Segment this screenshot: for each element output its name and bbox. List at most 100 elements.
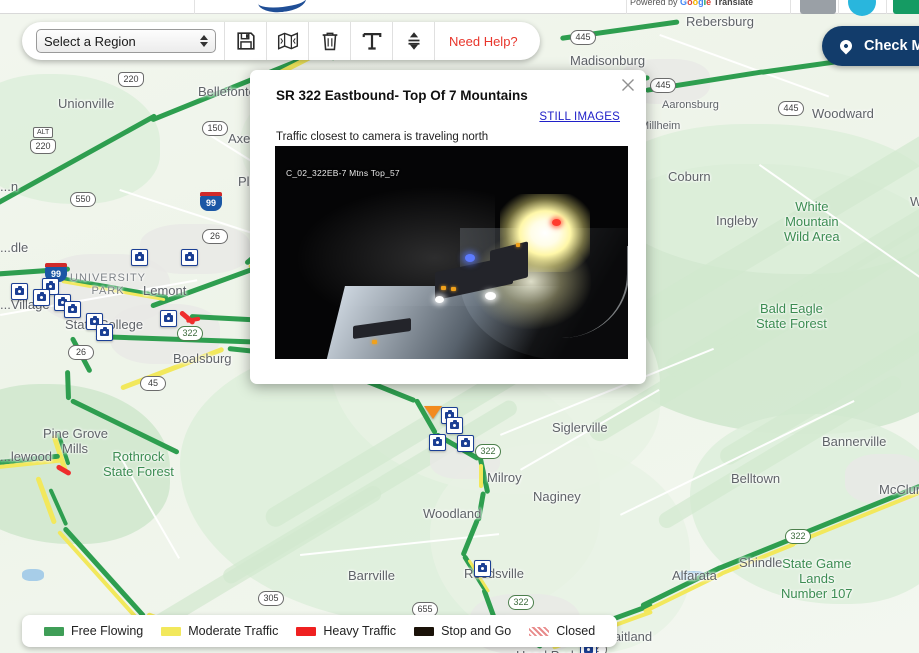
map-place-label: W... bbox=[910, 194, 919, 209]
placeholder-gray-icon[interactable] bbox=[800, 0, 836, 14]
translate-powered-by: Powered by bbox=[630, 0, 678, 7]
scene-light bbox=[441, 286, 446, 290]
scene-light bbox=[435, 296, 444, 303]
legend-item: Stop and Go bbox=[414, 624, 511, 638]
delete-button[interactable] bbox=[308, 22, 350, 60]
camera-icon bbox=[433, 437, 442, 446]
scene-light bbox=[465, 254, 475, 262]
map-toolbar: Select a Region Need Help? bbox=[22, 22, 540, 60]
camera-marker[interactable] bbox=[131, 249, 148, 266]
water-body bbox=[22, 569, 44, 581]
camera-icon bbox=[185, 252, 194, 261]
route-shield: 322 bbox=[785, 529, 811, 544]
route-shield: 445 bbox=[778, 101, 804, 116]
camera-marker[interactable] bbox=[160, 310, 177, 327]
map-place-label: Naginey bbox=[533, 489, 581, 504]
text-tool-button[interactable] bbox=[350, 22, 392, 60]
scene-light bbox=[485, 292, 496, 300]
google-translate-bar[interactable]: Powered by Google Translate bbox=[630, 0, 800, 13]
route-shield: 220 bbox=[118, 72, 144, 87]
camera-marker[interactable] bbox=[457, 435, 474, 452]
camera-icon bbox=[15, 286, 24, 295]
route-shield: 150 bbox=[202, 121, 228, 136]
check-my-route-button[interactable]: Check My Route bbox=[822, 26, 919, 66]
scene-light bbox=[451, 287, 456, 291]
popup-title: SR 322 Eastbound- Top Of 7 Mountains bbox=[276, 88, 528, 103]
map-layers-icon bbox=[277, 32, 298, 50]
camera-marker[interactable] bbox=[96, 324, 113, 341]
map-place-label: Coburn bbox=[668, 169, 711, 184]
route-shield: ALT bbox=[33, 127, 54, 138]
map-layers-button[interactable] bbox=[266, 22, 308, 60]
legend-item: Heavy Traffic bbox=[296, 624, 396, 638]
camera-marker[interactable] bbox=[181, 249, 198, 266]
camera-marker[interactable] bbox=[33, 289, 50, 306]
map-place-label: Siglerville bbox=[552, 420, 608, 435]
map-place-label: Madisonburg bbox=[570, 53, 646, 68]
route-shield: 99 bbox=[200, 192, 222, 211]
map-place-label: Lemont bbox=[143, 283, 187, 298]
map-place-label: Millheim bbox=[640, 120, 681, 132]
need-help-button[interactable]: Need Help? bbox=[434, 22, 536, 60]
map-place-label: Woodland bbox=[423, 506, 482, 521]
browser-top-strip: Powered by Google Translate bbox=[0, 0, 919, 16]
save-button[interactable] bbox=[224, 22, 266, 60]
resize-button[interactable] bbox=[392, 22, 434, 60]
route-shield: 322 bbox=[177, 326, 203, 341]
map-place-label: Bannerville bbox=[822, 434, 887, 449]
camera-icon bbox=[478, 563, 487, 572]
route-shield: 45 bbox=[140, 376, 166, 391]
legend-swatch bbox=[161, 626, 182, 636]
route-shield: 445 bbox=[650, 78, 676, 93]
legend-label: Closed bbox=[556, 624, 596, 638]
map-place-label: Rothrock State Forest bbox=[103, 449, 174, 479]
map-place-label: Belltown bbox=[731, 471, 781, 486]
map-place-label: Unionville bbox=[58, 96, 115, 111]
site-logo bbox=[256, 0, 308, 15]
camera-icon bbox=[135, 252, 144, 261]
camera-icon bbox=[450, 420, 459, 429]
camera-video-frame[interactable]: C_02_322EB-7 Mtns Top_57 bbox=[275, 146, 628, 359]
route-shield: 322 bbox=[508, 595, 534, 610]
map-place-label: McClur... bbox=[879, 482, 919, 497]
placeholder-cyan-icon[interactable] bbox=[848, 0, 876, 16]
selected-camera-marker[interactable] bbox=[424, 406, 442, 419]
scene-light bbox=[372, 340, 377, 344]
traffic-legend: Free Flowing Moderate Traffic Heavy Traffi… bbox=[22, 615, 618, 647]
camera-marker[interactable] bbox=[446, 417, 463, 434]
region-select[interactable]: Select a Region bbox=[36, 29, 216, 53]
map-place-label: Reedsville bbox=[464, 566, 524, 581]
camera-marker[interactable] bbox=[64, 301, 81, 318]
map-place-label: White Mountain Wild Area bbox=[784, 199, 840, 244]
text-icon bbox=[362, 33, 381, 50]
map-place-label: Boalsburg bbox=[173, 351, 232, 366]
map-place-label: State Game Lands Number 107 bbox=[781, 556, 853, 601]
route-shield: 322 bbox=[475, 444, 501, 459]
map-place-label: Hand Park bbox=[516, 648, 577, 653]
camera-marker[interactable] bbox=[474, 560, 491, 577]
legend-swatch bbox=[296, 626, 317, 636]
map-place-label: Bald Eagle State Forest bbox=[756, 301, 827, 331]
close-icon[interactable] bbox=[619, 76, 637, 94]
camera-image: C_02_322EB-7 Mtns Top_57 bbox=[275, 146, 628, 359]
map-place-label: Shindle bbox=[739, 555, 783, 570]
still-images-link[interactable]: STILL IMAGES bbox=[539, 111, 620, 123]
legend-swatch bbox=[414, 626, 435, 636]
camera-icon bbox=[584, 644, 593, 653]
map-place-label: Milroy bbox=[487, 470, 522, 485]
map-pin-icon bbox=[837, 37, 855, 55]
traffic-map-app: Aaronsburg Millheim Woodward Rebersburg Madi… bbox=[0, 0, 919, 653]
region-select-wrapper: Select a Region bbox=[26, 29, 224, 53]
close-glyph bbox=[622, 79, 634, 91]
legend-label: Heavy Traffic bbox=[323, 624, 397, 638]
legend-label: Free Flowing bbox=[71, 624, 144, 638]
placeholder-green-icon[interactable] bbox=[893, 0, 919, 14]
camera-marker[interactable] bbox=[11, 283, 28, 300]
map-place-label: Barrville bbox=[348, 568, 395, 583]
camera-marker[interactable] bbox=[429, 434, 446, 451]
map-place-label: Aaronsburg bbox=[662, 99, 719, 111]
map-place-label: ...lewood bbox=[0, 449, 53, 464]
camera-icon bbox=[37, 292, 46, 301]
map-place-label: ...dle bbox=[0, 240, 29, 255]
map-place-label: ...n bbox=[0, 179, 19, 194]
